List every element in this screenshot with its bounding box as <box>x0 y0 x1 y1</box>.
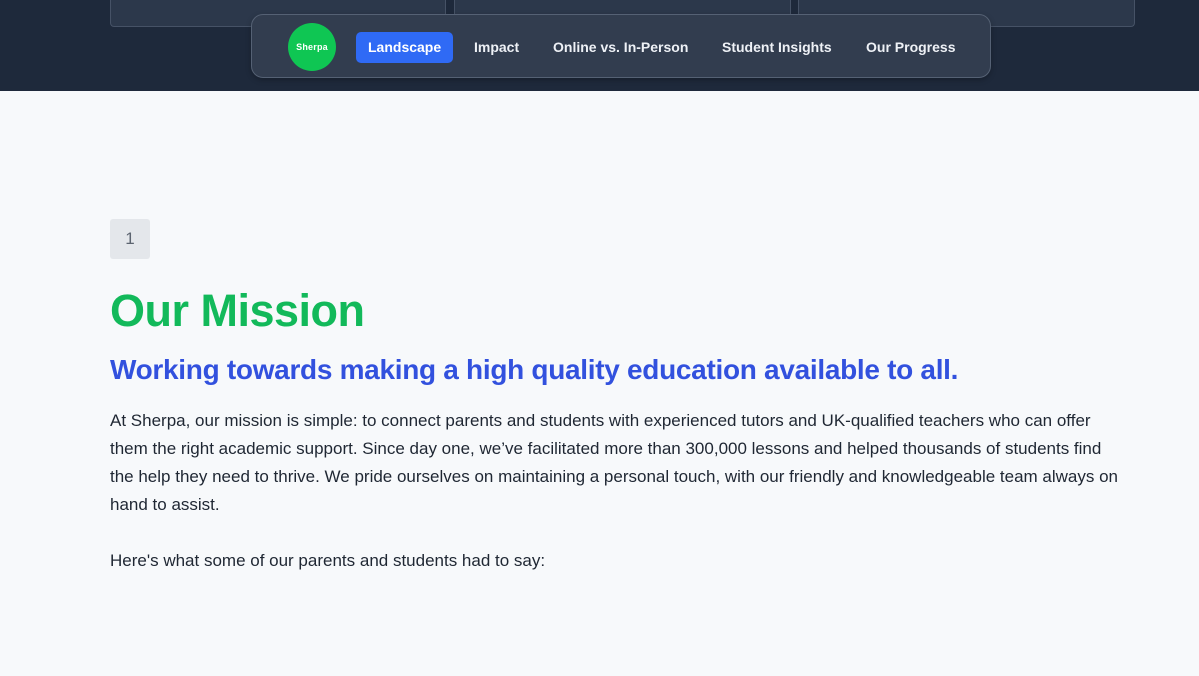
top-navigation: Sherpa Landscape Impact Online vs. In-Pe… <box>251 14 991 78</box>
mission-paragraph: At Sherpa, our mission is simple: to con… <box>110 411 1119 514</box>
sherpa-logo[interactable]: Sherpa <box>288 23 336 71</box>
nav-item-landscape[interactable]: Landscape <box>356 32 454 63</box>
section-title: Our Mission <box>110 285 365 336</box>
step-number-badge: 1 <box>110 219 150 259</box>
testimonial-intro: Here's what some of our parents and stud… <box>110 551 546 570</box>
nav-item-our-progress[interactable]: Our Progress <box>854 32 967 63</box>
nav-item-online-vs-in-person[interactable]: Online vs. In-Person <box>541 32 700 63</box>
section-subtitle: Working towards making a high quality ed… <box>110 354 959 385</box>
nav-item-impact[interactable]: Impact <box>462 32 531 63</box>
nav-item-student-insights[interactable]: Student Insights <box>710 32 844 63</box>
